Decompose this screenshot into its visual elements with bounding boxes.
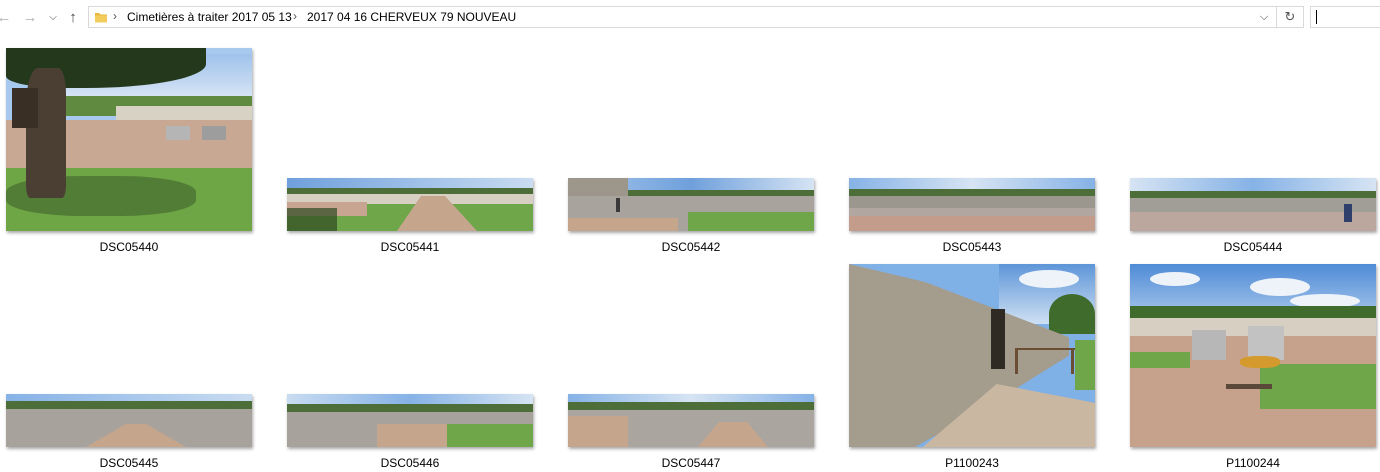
file-name: P1100243 (945, 456, 999, 470)
arrow-up-icon: ↑ (69, 8, 77, 26)
back-button[interactable]: ← (0, 6, 14, 28)
navigation-bar: ← → ⌵ ↑ › Cimetières à traiter 2017 05 1… (0, 0, 1380, 36)
address-dropdown-button[interactable]: ⌵ (1255, 7, 1273, 27)
recent-locations-button[interactable]: ⌵ (43, 6, 63, 28)
file-name: DSC05440 (99, 240, 159, 254)
refresh-icon: ↻ (1284, 9, 1296, 24)
file-name: DSC05447 (661, 456, 721, 470)
thumbnail-image (568, 178, 814, 231)
search-input[interactable] (1310, 6, 1380, 28)
up-button[interactable]: ↑ (63, 6, 83, 28)
forward-button[interactable]: → (20, 6, 40, 28)
refresh-button[interactable]: ↻ (1276, 7, 1303, 27)
thumbnail-image (287, 394, 533, 447)
chevron-down-icon: ⌵ (1259, 10, 1269, 23)
thumbnail-image (6, 394, 252, 447)
thumbnail-image (849, 264, 1095, 447)
breadcrumb-separator[interactable]: › (293, 9, 297, 23)
breadcrumb-separator[interactable]: › (113, 9, 117, 23)
file-name: DSC05445 (99, 456, 159, 470)
file-name: DSC05442 (661, 240, 721, 254)
thumbnail-image (1130, 178, 1376, 231)
thumbnail-image (1130, 264, 1376, 447)
arrow-right-icon: → (22, 8, 38, 26)
file-name: DSC05441 (380, 240, 440, 254)
address-bar[interactable]: › Cimetières à traiter 2017 05 13 › 2017… (88, 6, 1304, 28)
folder-icon (95, 13, 107, 23)
text-cursor (1316, 10, 1317, 24)
file-name: DSC05446 (380, 456, 440, 470)
thumbnail-image (6, 48, 252, 231)
breadcrumb-item[interactable]: Cimetières à traiter 2017 05 13 (127, 10, 292, 24)
thumbnail-image (287, 178, 533, 231)
breadcrumb-item[interactable]: 2017 04 16 CHERVEUX 79 NOUVEAU (307, 10, 516, 24)
arrow-left-icon: ← (0, 8, 12, 26)
chevron-down-icon: ⌵ (49, 11, 57, 23)
file-name: DSC05443 (942, 240, 1002, 254)
file-name: P1100244 (1226, 456, 1280, 470)
thumbnail-image (849, 178, 1095, 231)
file-name: DSC05444 (1223, 240, 1283, 254)
thumbnail-image (568, 394, 814, 447)
